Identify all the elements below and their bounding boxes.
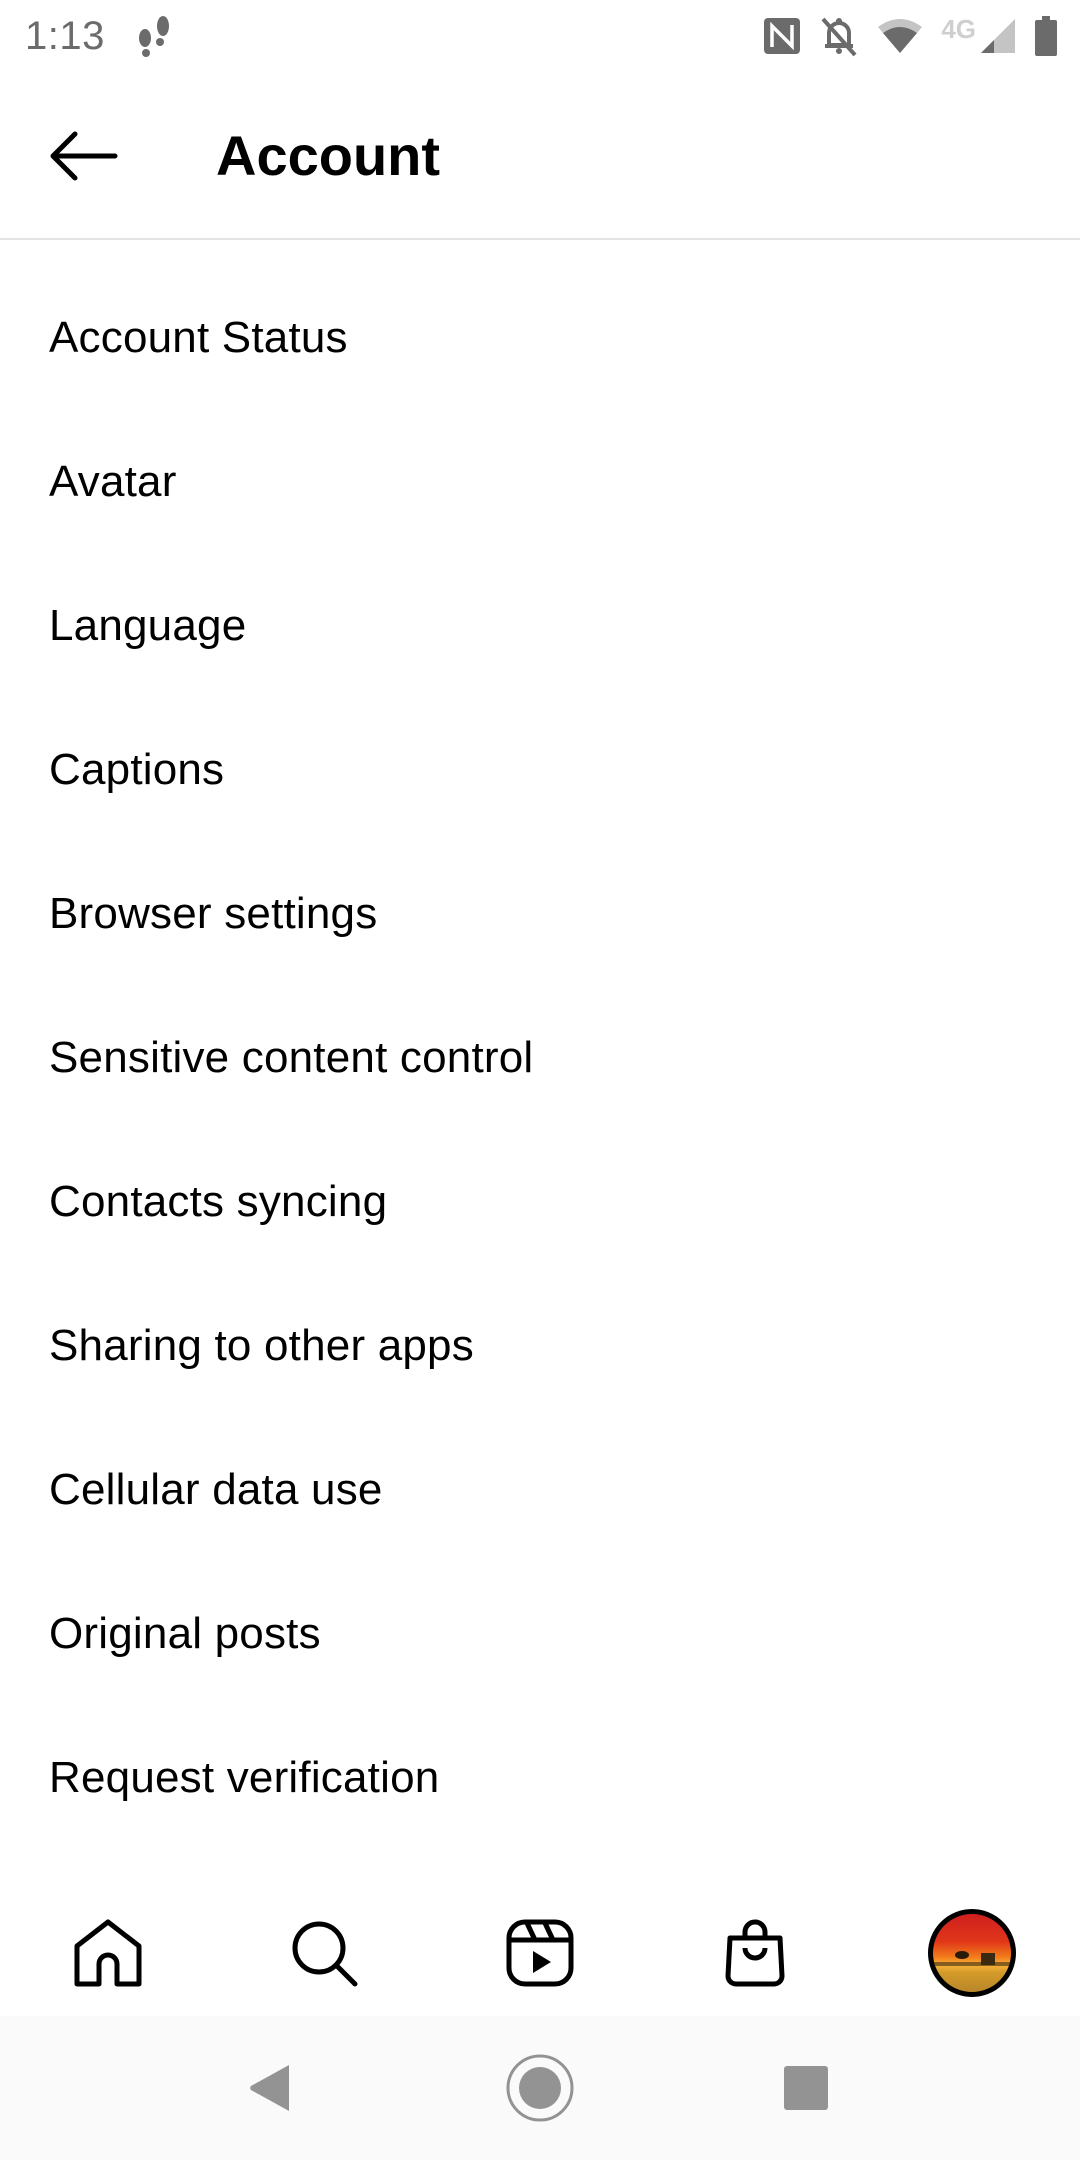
page-title: Account [216,124,440,187]
back-button[interactable] [36,120,132,192]
avatar-image-horizon [933,1962,1011,1967]
menu-item-contacts-syncing[interactable]: Contacts syncing [0,1130,1080,1274]
network-type-label: 4G [941,13,976,44]
menu-item-captions[interactable]: Captions [0,698,1080,842]
nav-profile-button[interactable] [927,1908,1017,1998]
reels-icon [506,1919,574,1987]
system-home-button[interactable] [500,2054,580,2122]
menu-item-request-verification[interactable]: Request verification [0,1706,1080,1850]
footsteps-icon [134,12,174,60]
menu-item-sharing-to-other-apps[interactable]: Sharing to other apps [0,1274,1080,1418]
search-icon [292,1921,358,1987]
back-triangle-icon [250,2065,289,2111]
bottom-navigation [0,1872,1080,2016]
avatar-image-hut [981,1953,995,1965]
nav-search-button[interactable] [279,1908,369,1998]
account-settings-list: Account Status Avatar Language Captions … [0,266,1080,1850]
nav-reels-button[interactable] [495,1908,585,1998]
wifi-icon [877,17,923,55]
status-time: 1:13 [25,14,105,58]
menu-item-sensitive-content-control[interactable]: Sensitive content control [0,986,1080,1130]
menu-item-original-posts[interactable]: Original posts [0,1562,1080,1706]
arrow-left-icon [50,131,118,181]
system-navigation-bar [0,2016,1080,2160]
status-icons: 4G [763,14,1058,58]
menu-item-avatar[interactable]: Avatar [0,410,1080,554]
system-back-button[interactable] [230,2056,310,2120]
menu-item-browser-settings[interactable]: Browser settings [0,842,1080,986]
profile-avatar [928,1909,1016,1997]
recents-square-icon [784,2066,828,2110]
system-recents-button[interactable] [766,2056,846,2120]
app-header: Account [0,76,1080,240]
avatar-image-tree [955,1951,969,1960]
status-bar: 1:13 4G [0,0,1080,76]
menu-item-cellular-data-use[interactable]: Cellular data use [0,1418,1080,1562]
battery-icon [1034,16,1058,56]
menu-item-account-status[interactable]: Account Status [0,266,1080,410]
nav-home-button[interactable] [63,1908,153,1998]
nav-shop-button[interactable] [710,1908,800,1998]
shop-bag-icon [725,1919,785,1987]
cellular-signal-icon [980,18,1016,54]
notifications-off-icon [819,15,859,57]
nfc-icon [763,17,801,55]
home-icon [74,1919,142,1987]
menu-item-language[interactable]: Language [0,554,1080,698]
home-circle-icon [506,2054,574,2122]
